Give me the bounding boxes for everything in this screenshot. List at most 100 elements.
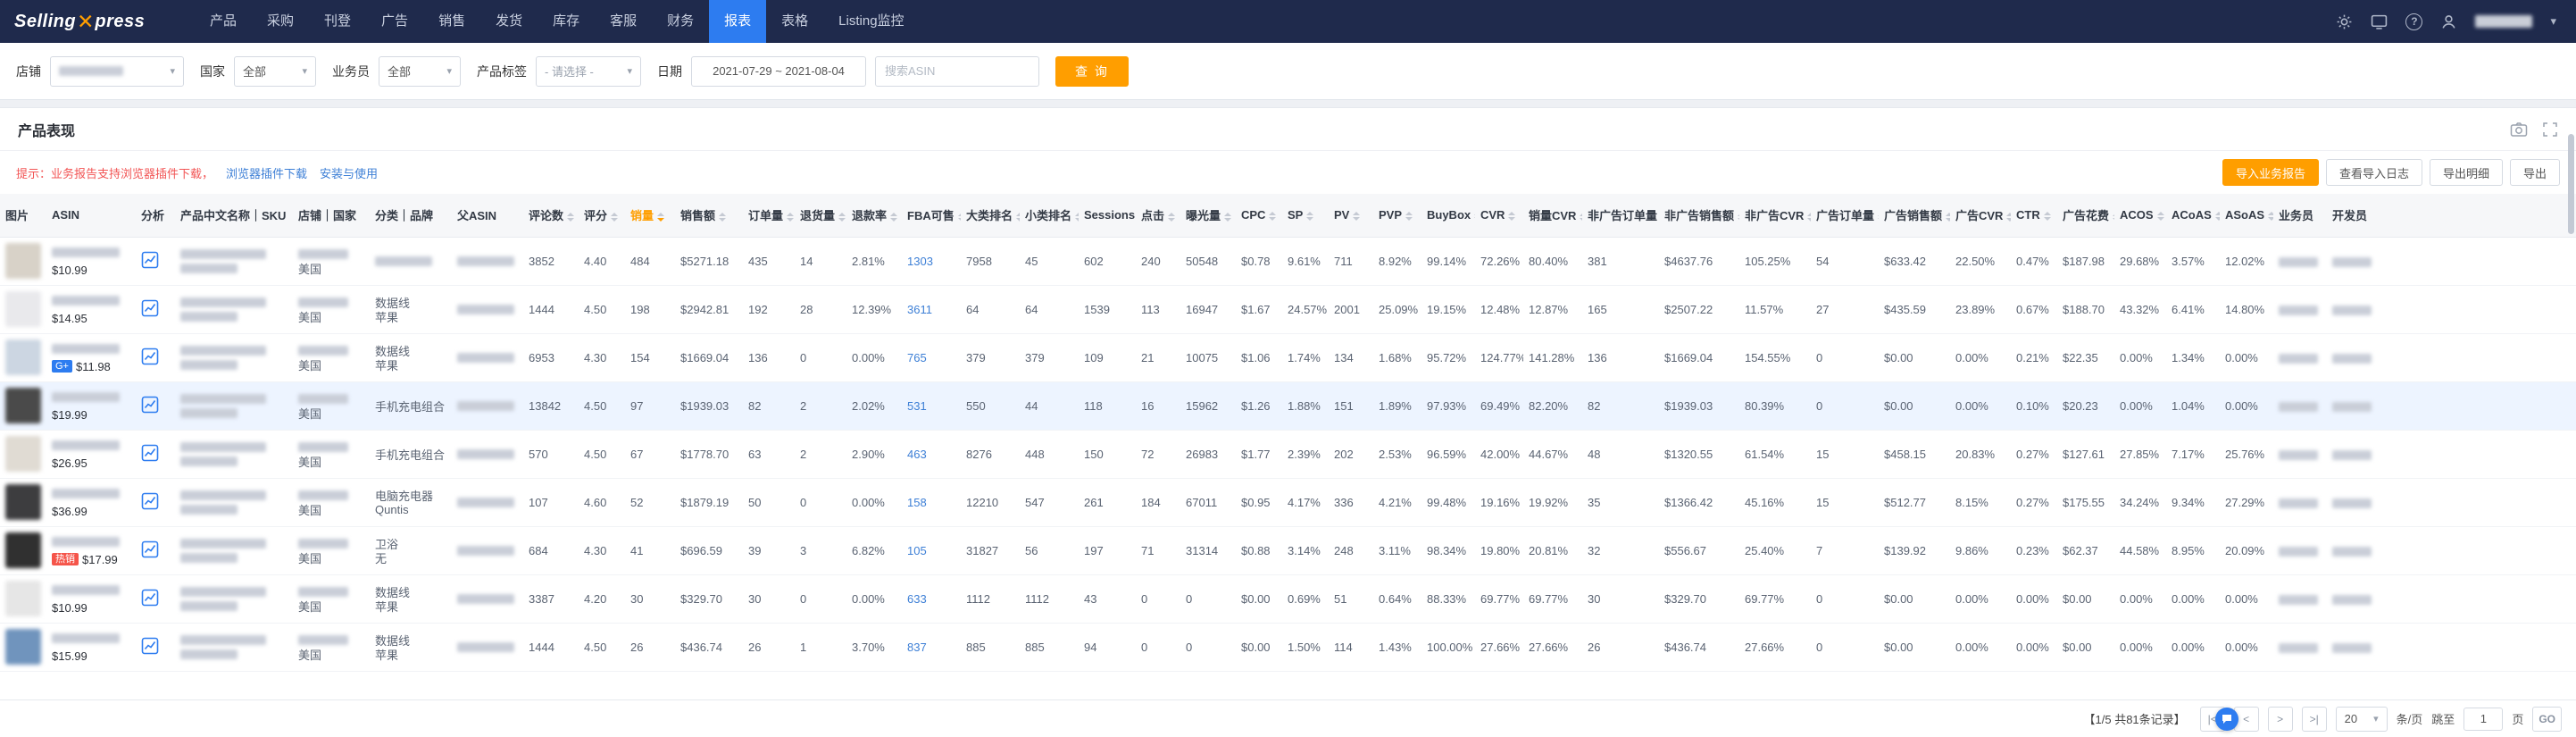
sort-icon[interactable]: [1168, 213, 1175, 222]
view-import-log-button[interactable]: 查看导入日志: [2326, 159, 2422, 186]
product-tag-select[interactable]: - 请选择 - ▾: [536, 56, 641, 87]
column-header-fba-stock[interactable]: FBA可售: [902, 194, 961, 237]
metric-value-fba-stock[interactable]: 1303: [907, 255, 933, 268]
column-header-clicks[interactable]: 点击: [1136, 194, 1180, 237]
last-page-button[interactable]: >|: [2302, 707, 2327, 732]
cell-fba-stock[interactable]: 1303: [902, 237, 961, 285]
table-row[interactable]: $26.95美国手机充电组合5704.5067$1778.706322.90%4…: [0, 430, 2576, 478]
metric-value-fba-stock[interactable]: 531: [907, 399, 927, 413]
export-detail-button[interactable]: 导出明细: [2430, 159, 2503, 186]
plugin-download-link[interactable]: 浏览器插件下载: [226, 164, 307, 181]
sort-icon[interactable]: [657, 213, 664, 222]
next-page-button[interactable]: >: [2268, 707, 2293, 732]
column-header-impressions[interactable]: 曝光量: [1180, 194, 1236, 237]
nav-item-products[interactable]: 产品: [195, 0, 252, 43]
sort-icon[interactable]: [2044, 212, 2051, 221]
product-image[interactable]: [5, 436, 41, 472]
product-image[interactable]: [5, 629, 41, 665]
product-image-cell[interactable]: [0, 526, 46, 574]
import-business-report-button[interactable]: 导入业务报告: [2222, 159, 2319, 186]
column-header-buybox[interactable]: BuyBox: [1421, 194, 1475, 237]
sort-icon[interactable]: [2157, 212, 2164, 221]
product-image-cell[interactable]: [0, 237, 46, 285]
go-button[interactable]: GO: [2532, 707, 2562, 732]
vertical-scrollbar[interactable]: [2568, 134, 2574, 234]
analysis-chart-icon[interactable]: [141, 444, 159, 462]
table-row[interactable]: $10.99美国数据线苹果33874.2030$329.703000.00%63…: [0, 574, 2576, 623]
asin-cell[interactable]: $36.99: [46, 478, 136, 526]
export-button[interactable]: 导出: [2510, 159, 2560, 186]
cell-fba-stock[interactable]: 837: [902, 623, 961, 671]
cell-fba-stock[interactable]: 463: [902, 430, 961, 478]
analysis-chart-icon[interactable]: [141, 251, 159, 269]
sort-icon[interactable]: [1508, 212, 1515, 221]
column-header-reviews[interactable]: 评论数: [523, 194, 579, 237]
analysis-cell[interactable]: [136, 526, 175, 574]
product-image-cell[interactable]: [0, 285, 46, 333]
column-header-sales-amount[interactable]: 销售额: [675, 194, 743, 237]
help-icon[interactable]: ?: [2405, 13, 2422, 30]
column-header-organic-sales[interactable]: 非广告销售额: [1659, 194, 1739, 237]
table-row[interactable]: $14.95美国数据线苹果14444.50198$2942.811922812.…: [0, 285, 2576, 333]
sort-icon[interactable]: [2268, 212, 2273, 221]
column-header-rating[interactable]: 评分: [579, 194, 625, 237]
column-header-sales-cvr[interactable]: 销量CVR: [1523, 194, 1582, 237]
column-header-sales-qty[interactable]: 销量: [625, 194, 675, 237]
sort-icon[interactable]: [2113, 213, 2114, 222]
asin-cell[interactable]: G+$11.98: [46, 333, 136, 381]
product-image[interactable]: [5, 339, 41, 375]
nav-item-sales[interactable]: 销售: [423, 0, 480, 43]
sort-icon[interactable]: [1738, 213, 1739, 222]
metric-value-fba-stock[interactable]: 463: [907, 448, 927, 461]
date-range-input[interactable]: 2021-07-29 ~ 2021-08-04: [691, 56, 866, 87]
product-image[interactable]: [5, 581, 41, 616]
analysis-cell[interactable]: [136, 381, 175, 430]
column-header-ad-sales[interactable]: 广告销售额: [1879, 194, 1950, 237]
sort-icon[interactable]: [1306, 212, 1313, 221]
search-button[interactable]: 查 询: [1055, 56, 1129, 87]
sort-icon[interactable]: [1224, 213, 1231, 222]
column-header-cpc[interactable]: CPC: [1236, 194, 1282, 237]
column-header-pv[interactable]: PV: [1329, 194, 1373, 237]
nav-item-reports[interactable]: 报表: [709, 0, 766, 43]
product-image[interactable]: [5, 243, 41, 279]
column-header-returns[interactable]: 退货量: [795, 194, 846, 237]
sort-icon[interactable]: [958, 213, 961, 222]
sort-icon[interactable]: [719, 213, 726, 222]
sort-icon[interactable]: [1807, 213, 1811, 222]
asin-cell[interactable]: $10.99: [46, 237, 136, 285]
column-header-sp[interactable]: SP: [1282, 194, 1329, 237]
account-name-blurred[interactable]: [2475, 15, 2532, 28]
monitor-icon[interactable]: [2371, 13, 2388, 30]
product-image-cell[interactable]: [0, 623, 46, 671]
sort-icon[interactable]: [2215, 212, 2220, 221]
column-header-sessions[interactable]: Sessions: [1079, 194, 1136, 237]
nav-item-publishing[interactable]: 刊登: [309, 0, 366, 43]
product-image[interactable]: [5, 291, 41, 327]
sort-icon[interactable]: [1269, 212, 1276, 221]
asin-cell[interactable]: $15.99: [46, 623, 136, 671]
nav-item-customer-service[interactable]: 客服: [595, 0, 652, 43]
nav-item-advertising[interactable]: 广告: [366, 0, 423, 43]
cell-fba-stock[interactable]: 158: [902, 478, 961, 526]
page-size-select[interactable]: 20 ▾: [2336, 707, 2388, 732]
column-header-ad-spend[interactable]: 广告花费: [2057, 194, 2114, 237]
shop-select[interactable]: ▾: [50, 56, 184, 87]
product-name-cell[interactable]: [175, 333, 293, 381]
analysis-chart-icon[interactable]: [141, 637, 159, 655]
search-asin-input[interactable]: [875, 56, 1039, 87]
sort-icon[interactable]: [1405, 212, 1413, 221]
metric-value-fba-stock[interactable]: 633: [907, 592, 927, 606]
camera-icon[interactable]: [2510, 121, 2528, 138]
analysis-chart-icon[interactable]: [141, 589, 159, 607]
sort-icon[interactable]: [787, 213, 794, 222]
sort-icon[interactable]: [1353, 212, 1360, 221]
sort-icon[interactable]: [838, 213, 846, 222]
column-header-organic-cvr[interactable]: 非广告CVR: [1739, 194, 1811, 237]
asin-cell[interactable]: 热销$17.99: [46, 526, 136, 574]
nav-item-listing-monitor[interactable]: Listing监控: [823, 0, 919, 43]
user-icon[interactable]: [2440, 13, 2457, 30]
nav-item-finance[interactable]: 财务: [652, 0, 709, 43]
table-row[interactable]: $36.99美国电脑充电器Quntis1074.6052$1879.195000…: [0, 478, 2576, 526]
cell-fba-stock[interactable]: 3611: [902, 285, 961, 333]
